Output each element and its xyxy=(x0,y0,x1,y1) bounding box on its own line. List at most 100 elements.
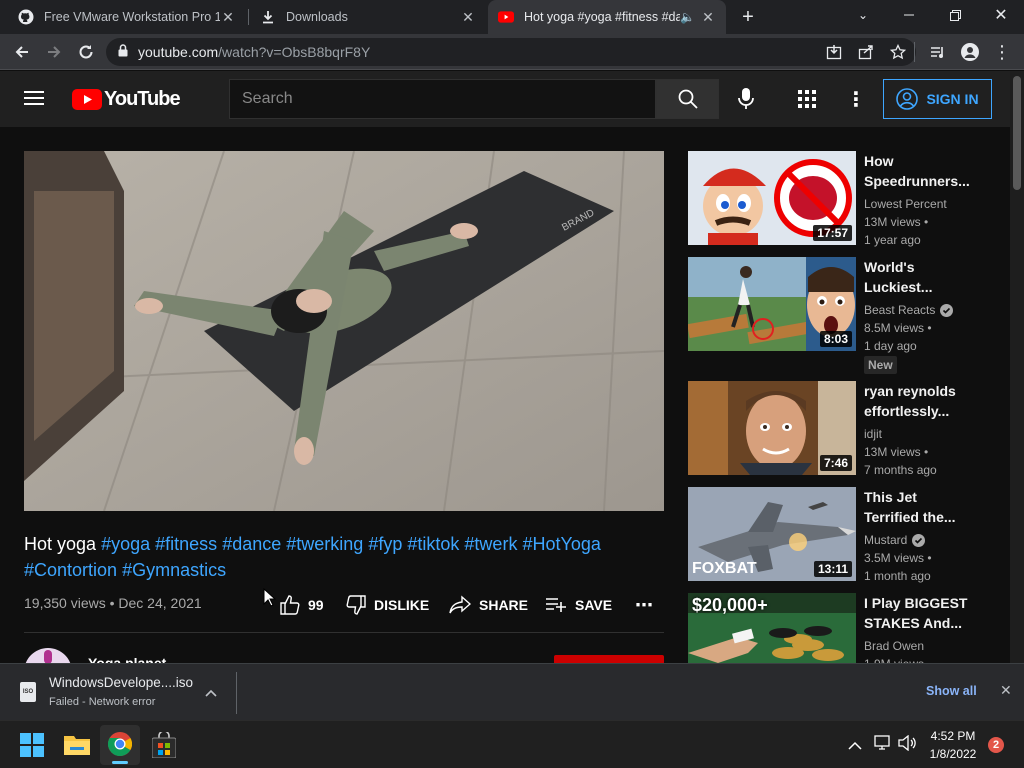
more-actions-icon[interactable]: ⋯ xyxy=(635,594,653,616)
share-button[interactable]: SHARE xyxy=(449,594,528,616)
account-icon xyxy=(896,88,919,110)
install-app-icon[interactable] xyxy=(820,38,848,66)
lock-icon[interactable] xyxy=(118,44,128,60)
close-tab-icon[interactable]: ✕ xyxy=(220,9,236,26)
dislike-button[interactable]: DISLIKE xyxy=(346,594,429,616)
hashtag-link[interactable]: #yoga xyxy=(101,534,150,554)
recommended-views: 1.9M views xyxy=(864,655,924,663)
recommended-title[interactable]: ryan reynolds effortlessly... xyxy=(864,381,974,421)
mouse-cursor-icon xyxy=(263,588,277,607)
thumbnail-text: $20,000+ xyxy=(692,595,768,615)
chevron-up-icon[interactable] xyxy=(848,737,862,755)
video-thumbnail[interactable]: 17:57 xyxy=(688,151,856,245)
close-tab-icon[interactable]: ✕ xyxy=(700,9,716,26)
bookmark-star-icon[interactable] xyxy=(884,38,912,66)
browser-menu-icon[interactable]: ⋮ xyxy=(988,38,1016,66)
windows-start-icon[interactable] xyxy=(20,733,44,762)
recommended-age: 1 year ago xyxy=(864,233,921,247)
save-button[interactable]: SAVE xyxy=(545,594,612,616)
minimize-button[interactable] xyxy=(886,0,932,30)
download-status: Failed - Network error xyxy=(49,696,156,708)
hashtag-link[interactable]: #fyp xyxy=(368,534,402,554)
show-all-button[interactable]: Show all xyxy=(926,684,977,698)
hashtag-link[interactable]: #Contortion xyxy=(24,560,117,580)
close-tab-icon[interactable]: ✕ xyxy=(460,9,476,26)
url-host: youtube.com xyxy=(138,44,219,60)
tab-downloads[interactable]: Downloads ✕ xyxy=(250,0,486,34)
close-window-button[interactable]: ✕ xyxy=(978,0,1024,30)
video-thumbnail[interactable]: 7:46 xyxy=(688,381,856,475)
video-duration: 17:57 xyxy=(813,225,852,241)
tab-youtube[interactable]: Hot yoga #yoga #fitness #da 🔈 ✕ xyxy=(488,0,726,34)
chevron-up-icon[interactable] xyxy=(205,684,217,702)
share-page-icon[interactable] xyxy=(852,38,880,66)
recommended-title[interactable]: How Speedrunners... xyxy=(864,151,974,191)
scrollbar-thumb[interactable] xyxy=(1013,76,1021,190)
new-tab-button[interactable]: + xyxy=(736,6,760,28)
tab-search-button[interactable]: ⌄ xyxy=(840,0,886,30)
apps-grid-icon[interactable] xyxy=(798,90,816,113)
recommended-video[interactable]: 17:57 How Speedrunners... Lowest Percent… xyxy=(688,151,988,247)
recommended-title[interactable]: This Jet Terrified the... xyxy=(864,487,974,527)
recommended-channel[interactable]: Mustard xyxy=(864,531,907,549)
recommended-video[interactable]: FOXBAT 13:11 This Jet Terrified the... M… xyxy=(688,487,988,583)
recommended-title[interactable]: World's Luckiest... xyxy=(864,257,974,297)
hashtag-link[interactable]: #HotYoga xyxy=(522,534,600,554)
dislike-label: DISLIKE xyxy=(374,597,430,613)
restore-button[interactable] xyxy=(932,0,978,30)
voice-search-icon[interactable] xyxy=(737,88,755,115)
download-filename[interactable]: WindowsDevelope....iso xyxy=(49,675,193,690)
settings-menu-icon[interactable]: ⋮ xyxy=(846,87,866,112)
iso-file-icon: ISO xyxy=(20,682,36,702)
hamburger-menu-icon[interactable] xyxy=(24,89,46,112)
recommended-video[interactable]: 7:46 ryan reynolds effortlessly... idjit… xyxy=(688,381,988,477)
download-shelf: ISO WindowsDevelope....iso Failed - Netw… xyxy=(0,663,1024,720)
audio-playing-icon[interactable]: 🔈 xyxy=(680,10,696,24)
network-icon[interactable] xyxy=(874,735,892,756)
youtube-logo-text: YouTube xyxy=(104,88,181,110)
recommended-channel[interactable]: Beast Reacts xyxy=(864,301,935,319)
like-button[interactable]: 99 xyxy=(280,594,324,616)
chrome-taskbar-button[interactable] xyxy=(100,725,140,765)
recommended-age: 7 months ago xyxy=(864,463,937,477)
clock[interactable]: 4:52 PM 1/8/2022 xyxy=(922,725,984,765)
like-count: 99 xyxy=(308,597,324,613)
volume-icon[interactable] xyxy=(898,734,916,756)
youtube-logo[interactable]: YouTube xyxy=(72,88,181,111)
video-thumbnail[interactable]: $20,000+ xyxy=(688,593,856,663)
reload-button[interactable] xyxy=(72,38,100,66)
tab-vmware[interactable]: Free VMware Workstation Pro 16 ✕ xyxy=(8,0,246,34)
thumbnail-text: FOXBAT xyxy=(692,560,757,577)
profile-icon[interactable] xyxy=(956,38,984,66)
video-thumbnail[interactable]: 8:03 xyxy=(688,257,856,351)
forward-button[interactable] xyxy=(40,38,68,66)
url-bar[interactable]: youtube.com/watch?v=ObsB8bqrF8Y xyxy=(106,38,916,66)
back-button[interactable] xyxy=(8,38,36,66)
recommended-video[interactable]: $20,000+ I Play BIGGEST STAKES And... Br… xyxy=(688,593,988,663)
search-button[interactable] xyxy=(656,79,719,119)
notification-badge[interactable]: 2 xyxy=(988,737,1004,753)
recommended-channel[interactable]: Lowest Percent xyxy=(864,195,947,213)
file-explorer-icon[interactable] xyxy=(64,733,90,760)
video-player[interactable]: BRAND xyxy=(24,151,664,511)
close-shelf-icon[interactable]: ✕ xyxy=(1000,682,1012,699)
video-title-text: Hot yoga xyxy=(24,534,97,554)
hashtag-link[interactable]: #twerking xyxy=(286,534,363,554)
hashtag-link[interactable]: #twerk xyxy=(464,534,517,554)
media-control-icon[interactable] xyxy=(924,38,952,66)
search-input[interactable]: Search xyxy=(229,79,656,119)
hashtag-link[interactable]: #fitness xyxy=(155,534,217,554)
recommended-channel[interactable]: idjit xyxy=(864,425,882,443)
video-thumbnail[interactable]: FOXBAT 13:11 xyxy=(688,487,856,581)
sign-in-button[interactable]: SIGN IN xyxy=(883,79,992,119)
recommended-title[interactable]: I Play BIGGEST STAKES And... xyxy=(864,593,974,633)
microsoft-store-icon[interactable] xyxy=(151,730,177,763)
hashtag-link[interactable]: #tiktok xyxy=(407,534,459,554)
recommended-video[interactable]: 8:03 World's Luckiest... Beast Reacts 8.… xyxy=(688,257,988,374)
recommended-views: 13M views • xyxy=(864,445,929,459)
browser-tab-strip: Free VMware Workstation Pro 16 ✕ Downloa… xyxy=(0,0,1024,34)
hashtag-link[interactable]: #Gymnastics xyxy=(122,560,226,580)
hashtag-link[interactable]: #dance xyxy=(222,534,281,554)
thumbs-up-icon xyxy=(280,595,300,615)
recommended-channel[interactable]: Brad Owen xyxy=(864,637,924,655)
